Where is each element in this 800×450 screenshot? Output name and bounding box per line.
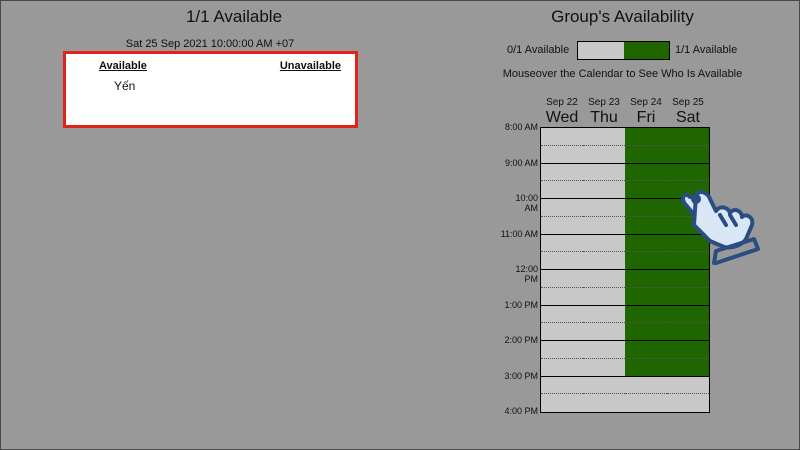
availability-detail-box: Available Unavailable Yến (63, 51, 358, 128)
time-slot-cell[interactable] (583, 358, 625, 377)
day-header-sat: Sep 25 Sat (667, 97, 709, 127)
time-slot-cell[interactable] (667, 358, 709, 377)
time-slot-cell[interactable] (541, 252, 583, 270)
time-slot-cell[interactable] (625, 358, 667, 377)
time-slot-cell[interactable] (583, 287, 625, 306)
legend-min-label: 0/1 Available (507, 44, 570, 56)
time-slot-cell[interactable] (625, 216, 667, 235)
day-date: Sep 24 (630, 97, 662, 108)
time-slot-cell[interactable] (625, 199, 667, 217)
time-slot-cell[interactable] (583, 234, 625, 253)
time-slot-cell[interactable] (625, 234, 667, 253)
time-label: 3:00 PM (504, 370, 538, 381)
time-slot-cell[interactable] (667, 128, 709, 146)
time-label: 4:00 PM (504, 406, 538, 416)
legend-empty-segment (578, 42, 624, 59)
day-column (583, 128, 626, 412)
time-label: 10:00 AM (515, 193, 538, 213)
time-slot-cell[interactable] (541, 394, 583, 412)
time-slot-cell[interactable] (625, 305, 667, 324)
time-label: 2:00 PM (504, 335, 538, 345)
time-slot-cell[interactable] (625, 341, 667, 359)
unavailable-header: Unavailable (279, 60, 341, 72)
day-name: Fri (636, 109, 656, 126)
available-header: Available (99, 60, 147, 72)
time-label: 9:00 AM (504, 157, 538, 168)
day-header-thu: Sep 23 Thu (583, 97, 625, 127)
time-slot-cell[interactable] (541, 145, 583, 164)
time-slot-cell[interactable] (541, 305, 583, 324)
time-slot-cell[interactable] (667, 270, 709, 288)
time-slot-cell[interactable] (625, 376, 667, 395)
selected-slot-title: 1/1 Available (185, 7, 283, 26)
time-slot-cell[interactable] (583, 163, 625, 182)
time-slot-cell[interactable] (625, 128, 667, 146)
time-label: 1:00 PM (504, 299, 538, 310)
time-slot-cell[interactable] (541, 270, 583, 288)
time-slot-cell[interactable] (541, 199, 583, 217)
time-slot-cell[interactable] (583, 216, 625, 235)
day-column (541, 128, 584, 412)
time-slot-cell[interactable] (625, 145, 667, 164)
day-name: Sat (675, 109, 700, 126)
time-slot-cell[interactable] (583, 323, 625, 341)
time-slot-cell[interactable] (583, 252, 625, 270)
time-slot-cell[interactable] (541, 163, 583, 182)
time-label: 11:00 AM (500, 228, 538, 239)
day-date: Sep 25 (672, 97, 704, 108)
time-slot-cell[interactable] (583, 305, 625, 324)
time-slot-cell[interactable] (625, 287, 667, 306)
day-name: Wed (545, 109, 579, 126)
day-date: Sep 23 (588, 97, 620, 108)
time-slot-cell[interactable] (541, 234, 583, 253)
time-slot-cell[interactable] (667, 145, 709, 164)
time-slot-cell[interactable] (625, 270, 667, 288)
time-slot-cell[interactable] (541, 341, 583, 359)
time-slot-cell[interactable] (583, 376, 625, 395)
time-slot-cell[interactable] (583, 341, 625, 359)
time-slot-cell[interactable] (625, 394, 667, 412)
selected-slot-date: Sat 25 Sep 2021 10:00:00 AM +07 (125, 38, 295, 50)
day-date: Sep 22 (546, 97, 578, 108)
time-slot-cell[interactable] (541, 358, 583, 377)
legend-full-segment (623, 42, 669, 59)
time-slot-cell[interactable] (625, 252, 667, 270)
time-slot-cell[interactable] (667, 323, 709, 341)
time-slot-cell[interactable] (625, 181, 667, 199)
time-slot-cell[interactable] (541, 287, 583, 306)
calendar-hint: Mouseover the Calendar to See Who Is Ava… (502, 68, 743, 80)
time-slot-cell[interactable] (541, 216, 583, 235)
time-slot-cell[interactable] (583, 394, 625, 412)
group-availability-title: Group's Availability (551, 7, 694, 26)
time-slot-cell[interactable] (583, 145, 625, 164)
time-slot-cell[interactable] (667, 287, 709, 306)
time-slot-cell[interactable] (667, 305, 709, 324)
legend-max-label: 1/1 Available (675, 44, 738, 56)
day-header-wed: Sep 22 Wed (541, 97, 583, 127)
time-slot-cell[interactable] (667, 376, 709, 395)
availability-legend-bar (577, 41, 670, 60)
day-name: Thu (590, 109, 618, 126)
time-slot-cell[interactable] (541, 128, 583, 146)
time-slot-cell[interactable] (583, 199, 625, 217)
time-slot-cell[interactable] (583, 128, 625, 146)
time-slot-cell[interactable] (583, 270, 625, 288)
time-slot-cell[interactable] (667, 341, 709, 359)
time-slot-cell[interactable] (667, 163, 709, 182)
day-header-fri: Sep 24 Fri (625, 97, 667, 127)
time-slot-cell[interactable] (625, 323, 667, 341)
time-slot-cell[interactable] (541, 181, 583, 199)
time-slot-cell[interactable] (541, 323, 583, 341)
day-column (625, 128, 668, 412)
time-slot-cell[interactable] (625, 163, 667, 182)
time-label: 8:00 AM (504, 122, 538, 132)
time-slot-cell[interactable] (667, 394, 709, 412)
time-label: 12:00 PM (515, 264, 538, 284)
time-slot-cell[interactable] (583, 181, 625, 199)
pointing-hand-icon (681, 190, 760, 265)
available-person: Yến (114, 79, 136, 93)
time-slot-cell[interactable] (541, 376, 583, 395)
